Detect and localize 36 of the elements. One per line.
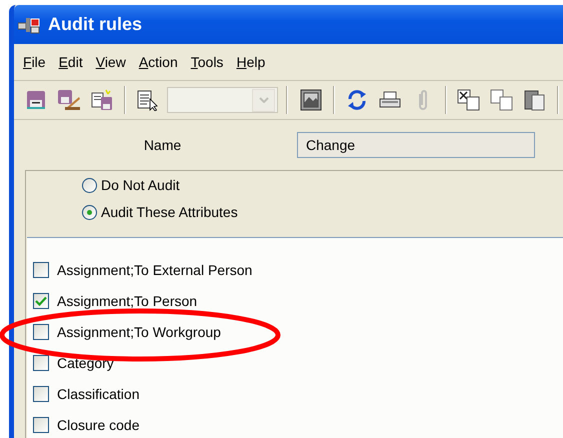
checkbox[interactable]	[33, 262, 49, 278]
radio-option[interactable]: Audit These Attributes	[82, 204, 563, 220]
refresh-icon	[346, 89, 368, 111]
paste-icon	[524, 89, 546, 111]
name-label: Name	[142, 137, 182, 153]
attribute-label: Assignment;To External Person	[57, 262, 252, 278]
menu-item[interactable]: File	[23, 54, 46, 70]
checkbox[interactable]	[33, 354, 49, 370]
checkbox[interactable]	[33, 386, 49, 402]
checkbox[interactable]	[33, 292, 49, 308]
attribute-label: Assignment;To Workgroup	[57, 324, 221, 340]
attribute-label: Closure code	[57, 416, 140, 432]
radio-label: Audit These Attributes	[101, 204, 238, 220]
menu-item[interactable]: Tools	[190, 54, 224, 70]
checkbox[interactable]	[33, 324, 49, 340]
attribute-label: Classification	[57, 386, 140, 402]
printer-icon	[378, 90, 402, 110]
notepad-cursor-icon	[137, 89, 160, 111]
picture-frame-icon	[300, 89, 322, 111]
floppy-pencil-icon	[57, 89, 82, 111]
window-title: Audit rules	[48, 14, 142, 35]
radio-label: Do Not Audit	[101, 177, 180, 193]
documents-cross-icon	[457, 89, 482, 111]
radio-option[interactable]: Do Not Audit	[82, 177, 563, 193]
menu-item[interactable]: Action	[138, 54, 178, 70]
attribute-label: Category	[57, 354, 114, 370]
name-field[interactable]: Change	[297, 132, 535, 158]
attribute-label: Assignment;To Person	[57, 292, 198, 308]
checkbox[interactable]	[33, 416, 49, 432]
menu-item[interactable]: Edit	[58, 54, 83, 70]
copy-icon	[490, 89, 514, 111]
app-icon	[18, 16, 40, 34]
menu-item[interactable]: View	[96, 54, 126, 70]
chevron-down-icon	[258, 97, 269, 103]
document-floppy-icon	[90, 89, 113, 111]
menu-item[interactable]: Help	[236, 54, 266, 70]
